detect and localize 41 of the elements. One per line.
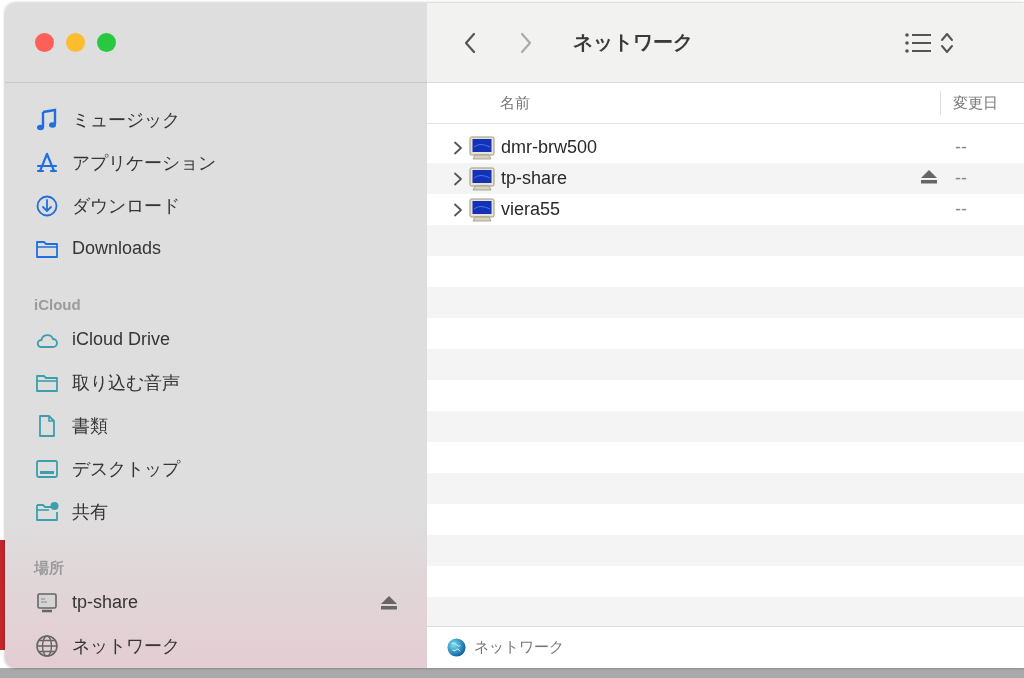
date-cell-text: -- (954, 168, 968, 189)
globe-icon (447, 638, 466, 657)
sidebar-item[interactable]: Downloads (15, 227, 417, 270)
file-name: tp-share (500, 168, 569, 189)
file-name: viera55 (500, 199, 562, 220)
sidebar-item[interactable]: 共有 (15, 490, 417, 533)
list-view-icon (904, 31, 932, 54)
window-title: ネットワーク (573, 30, 694, 55)
globe-icon (35, 633, 59, 658)
shared-folder-icon (35, 499, 59, 524)
eject-icon[interactable] (381, 595, 397, 610)
sidebar-item[interactable]: ダウンロード (15, 184, 417, 227)
disclosure-chevron-icon[interactable] (453, 171, 463, 186)
date-cell-text: -- (954, 199, 968, 220)
monitor-icon (35, 590, 59, 615)
sidebar-item[interactable]: アプリケーション (15, 141, 417, 184)
sidebar-item[interactable]: tp-share (15, 581, 417, 624)
computer-icon (469, 166, 495, 191)
path-label: ネットワーク (474, 638, 564, 657)
file-name: dmr-brw500 (500, 137, 599, 158)
sidebar-item[interactable]: iCloud Drive (15, 318, 417, 361)
date-cell-text: -- (954, 137, 968, 158)
section-header: iCloud (34, 296, 81, 314)
up-down-chevron-icon (940, 30, 954, 55)
column-header[interactable]: 変更日 (940, 91, 1024, 115)
eject-icon[interactable] (921, 170, 937, 184)
music-note-icon (35, 107, 59, 132)
view-options-button[interactable] (904, 30, 954, 55)
computer-icon (469, 197, 495, 222)
disclosure-chevron-icon[interactable] (453, 202, 463, 217)
computer-icon (469, 135, 495, 160)
column-header[interactable]: 名前 (427, 83, 940, 123)
sidebar-item[interactable]: ミュージック (15, 98, 417, 141)
sidebar-item[interactable]: デスクトップ (15, 447, 417, 490)
sidebar-item[interactable]: 取り込む音声 (15, 361, 417, 404)
section-header: 場所 (34, 559, 64, 577)
disclosure-chevron-icon[interactable] (453, 140, 463, 155)
sidebar-item[interactable]: ネットワーク (15, 624, 417, 667)
sidebar-item[interactable]: 書類 (15, 404, 417, 447)
download-icon (35, 193, 59, 218)
app-store-icon (35, 150, 59, 175)
